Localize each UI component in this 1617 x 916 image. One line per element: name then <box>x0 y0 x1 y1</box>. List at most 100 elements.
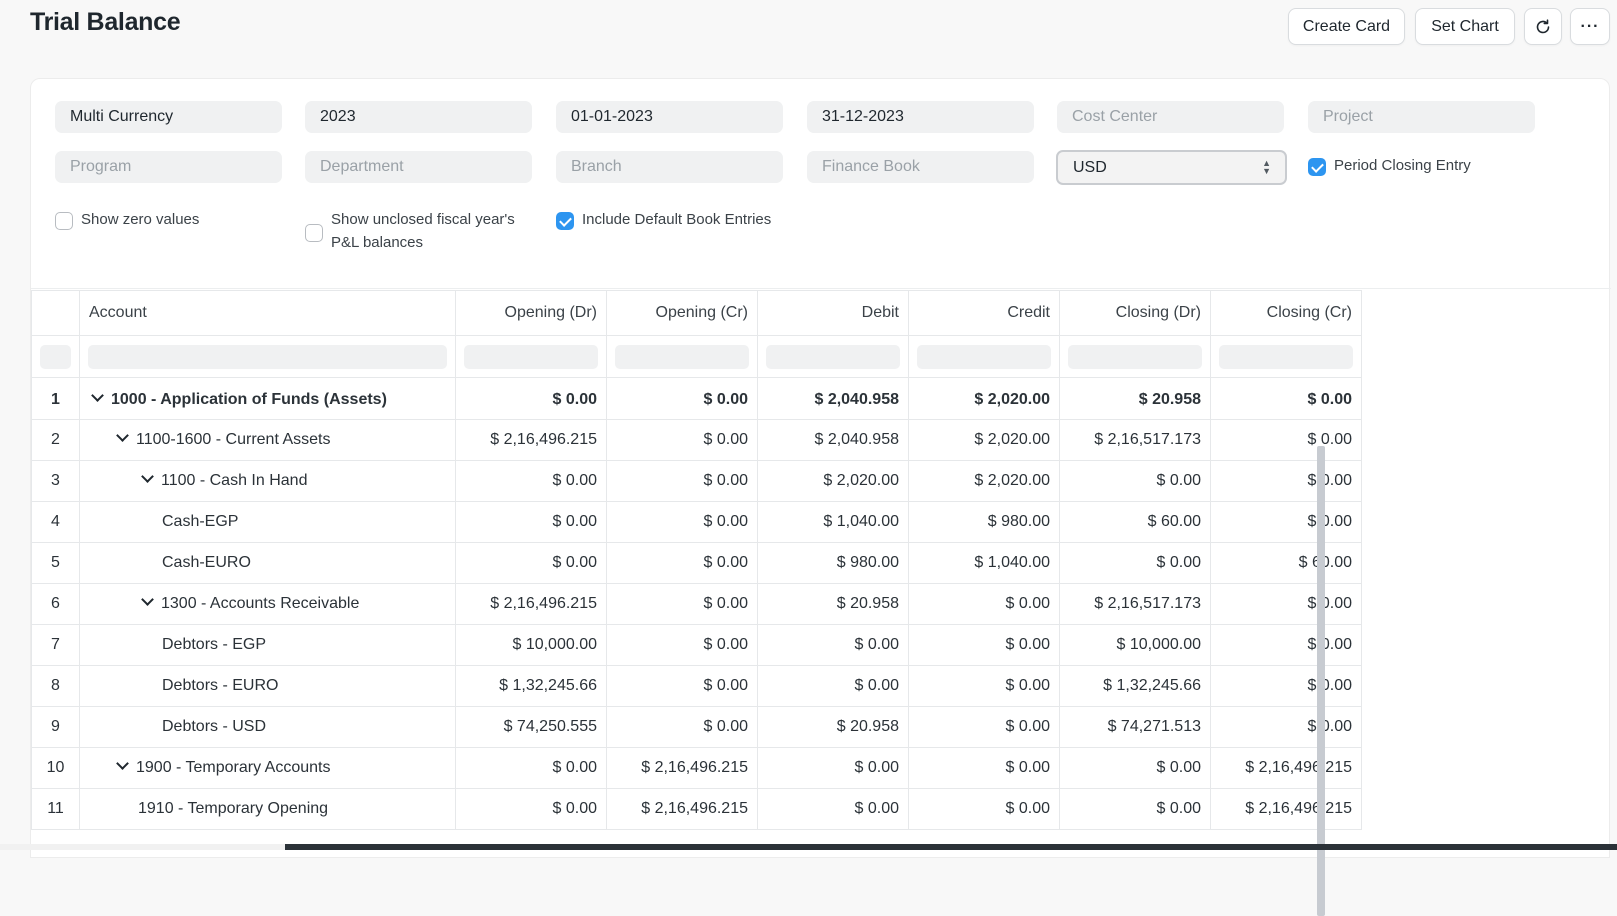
include-default-book-checkbox[interactable] <box>556 212 574 230</box>
program-field[interactable]: Program <box>55 151 282 183</box>
currency-select[interactable]: USD ▲ ▼ <box>1056 150 1287 185</box>
row-index: 2 <box>31 419 80 461</box>
cost-center-field[interactable]: Cost Center <box>1057 101 1284 133</box>
table-row[interactable]: 3 1100 - Cash In Hand $ 0.00 $ 0.00 $ 2,… <box>31 460 1362 502</box>
account-name[interactable]: Cash-EURO <box>79 542 456 584</box>
row-index: 7 <box>31 624 80 666</box>
debit-filter-input[interactable] <box>766 344 900 369</box>
table-row[interactable]: 7 Debtors - EGP $ 10,000.00 $ 0.00 $ 0.0… <box>31 624 1362 666</box>
refresh-button[interactable] <box>1524 8 1562 45</box>
credit-cell: $ 2,020.00 <box>908 419 1060 461</box>
chevron-down-icon[interactable] <box>117 431 127 441</box>
debit-cell: $ 20.958 <box>757 583 909 625</box>
account-name[interactable]: 1900 - Temporary Accounts <box>136 759 330 776</box>
page-title: Trial Balance <box>30 8 181 36</box>
debit-cell: $ 2,040.958 <box>757 377 909 420</box>
opening-cr-cell: $ 0.00 <box>606 665 758 707</box>
row-index: 9 <box>31 706 80 748</box>
debit-cell: $ 20.958 <box>757 706 909 748</box>
opening-dr-cell: $ 2,16,496.215 <box>455 419 607 461</box>
table-row[interactable]: 1 1000 - Application of Funds (Assets) $… <box>31 377 1362 420</box>
trial-balance-table: Account Opening (Dr) Opening (Cr) Debit … <box>31 290 1362 830</box>
account-name[interactable]: 1910 - Temporary Opening <box>79 788 456 830</box>
show-zero-values-label: Show zero values <box>81 211 200 228</box>
index-filter-input[interactable] <box>40 344 71 369</box>
account-name[interactable]: Debtors - USD <box>79 706 456 748</box>
refresh-icon <box>1536 18 1550 33</box>
chevron-down-icon[interactable] <box>92 391 102 401</box>
closing-cr-cell: $ 0.00 <box>1210 583 1362 625</box>
chevron-down-icon[interactable] <box>142 595 152 605</box>
department-field[interactable]: Department <box>305 151 532 183</box>
show-unclosed-checkbox[interactable] <box>305 224 323 242</box>
opening-dr-cell: $ 0.00 <box>455 747 607 789</box>
credit-cell: $ 0.00 <box>908 583 1060 625</box>
fiscal-year-field[interactable]: 2023 <box>305 101 532 133</box>
account-name[interactable]: 1100 - Cash In Hand <box>161 472 307 489</box>
closing-dr-cell: $ 60.00 <box>1059 501 1211 543</box>
closing-cr-cell: $ 0.00 <box>1210 419 1362 461</box>
create-card-button[interactable]: Create Card <box>1288 8 1405 45</box>
credit-cell: $ 2,020.00 <box>908 377 1060 420</box>
table-row[interactable]: 8 Debtors - EURO $ 1,32,245.66 $ 0.00 $ … <box>31 665 1362 707</box>
table-row[interactable]: 2 1100-1600 - Current Assets $ 2,16,496.… <box>31 419 1362 461</box>
credit-cell: $ 0.00 <box>908 747 1060 789</box>
account-name[interactable]: Debtors - EGP <box>79 624 456 666</box>
opening-cr-filter-input[interactable] <box>615 344 749 369</box>
more-options-button[interactable]: ··· <box>1570 8 1610 45</box>
table-row[interactable]: 4 Cash-EGP $ 0.00 $ 0.00 $ 1,040.00 $ 98… <box>31 501 1362 543</box>
column-header-opening-dr[interactable]: Opening (Dr) <box>455 290 607 336</box>
table-row[interactable]: 6 1300 - Accounts Receivable $ 2,16,496.… <box>31 583 1362 625</box>
opening-dr-cell: $ 0.00 <box>455 542 607 584</box>
credit-cell: $ 0.00 <box>908 788 1060 830</box>
period-closing-checkbox[interactable] <box>1308 158 1326 176</box>
debit-cell: $ 2,020.00 <box>757 460 909 502</box>
table-row[interactable]: 9 Debtors - USD $ 74,250.555 $ 0.00 $ 20… <box>31 706 1362 748</box>
opening-dr-cell: $ 2,16,496.215 <box>455 583 607 625</box>
closing-dr-cell: $ 2,16,517.173 <box>1059 583 1211 625</box>
to-date-field[interactable]: 31-12-2023 <box>807 101 1034 133</box>
debit-cell: $ 0.00 <box>757 788 909 830</box>
from-date-field[interactable]: 01-01-2023 <box>556 101 783 133</box>
show-unclosed-label-line1: Show unclosed fiscal year's <box>331 211 515 228</box>
closing-cr-filter-input[interactable] <box>1219 344 1353 369</box>
closing-cr-cell: $ 2,16,496.215 <box>1210 788 1362 830</box>
account-name[interactable]: 1000 - Application of Funds (Assets) <box>111 391 387 408</box>
opening-dr-cell: $ 0.00 <box>455 788 607 830</box>
column-header-closing-dr[interactable]: Closing (Dr) <box>1059 290 1211 336</box>
project-field[interactable]: Project <box>1308 101 1535 133</box>
opening-dr-cell: $ 0.00 <box>455 460 607 502</box>
branch-field[interactable]: Branch <box>556 151 783 183</box>
chevron-down-icon[interactable] <box>142 472 152 482</box>
row-index: 11 <box>31 788 80 830</box>
column-header-debit[interactable]: Debit <box>757 290 909 336</box>
column-header-closing-cr[interactable]: Closing (Cr) <box>1210 290 1362 336</box>
set-chart-button[interactable]: Set Chart <box>1415 8 1515 45</box>
opening-dr-cell: $ 10,000.00 <box>455 624 607 666</box>
closing-cr-cell: $ 60.00 <box>1210 542 1362 584</box>
account-name[interactable]: Cash-EGP <box>79 501 456 543</box>
closing-dr-cell: $ 2,16,517.173 <box>1059 419 1211 461</box>
account-filter-input[interactable] <box>88 344 447 369</box>
finance-book-field[interactable]: Finance Book <box>807 151 1034 183</box>
column-header-credit[interactable]: Credit <box>908 290 1060 336</box>
chevron-down-icon[interactable] <box>117 759 127 769</box>
column-header-account[interactable]: Account <box>79 290 456 336</box>
account-name[interactable]: 1300 - Accounts Receivable <box>161 595 359 612</box>
table-row[interactable]: 5 Cash-EURO $ 0.00 $ 0.00 $ 980.00 $ 1,0… <box>31 542 1362 584</box>
table-row[interactable]: 10 1900 - Temporary Accounts $ 0.00 $ 2,… <box>31 747 1362 789</box>
closing-dr-cell: $ 0.00 <box>1059 542 1211 584</box>
opening-dr-filter-input[interactable] <box>464 344 598 369</box>
row-index: 1 <box>31 377 80 420</box>
account-name[interactable]: 1100-1600 - Current Assets <box>136 431 330 448</box>
period-closing-label: Period Closing Entry <box>1334 157 1471 174</box>
horizontal-scrollbar-thumb[interactable] <box>285 844 1617 850</box>
account-name[interactable]: Debtors - EURO <box>79 665 456 707</box>
table-row[interactable]: 11 1910 - Temporary Opening $ 0.00 $ 2,1… <box>31 788 1362 830</box>
show-zero-values-checkbox[interactable] <box>55 212 73 230</box>
credit-filter-input[interactable] <box>917 344 1051 369</box>
closing-dr-filter-input[interactable] <box>1068 344 1202 369</box>
company-field[interactable]: Multi Currency <box>55 101 282 133</box>
select-arrows-icon: ▲ ▼ <box>1262 158 1271 176</box>
column-header-opening-cr[interactable]: Opening (Cr) <box>606 290 758 336</box>
